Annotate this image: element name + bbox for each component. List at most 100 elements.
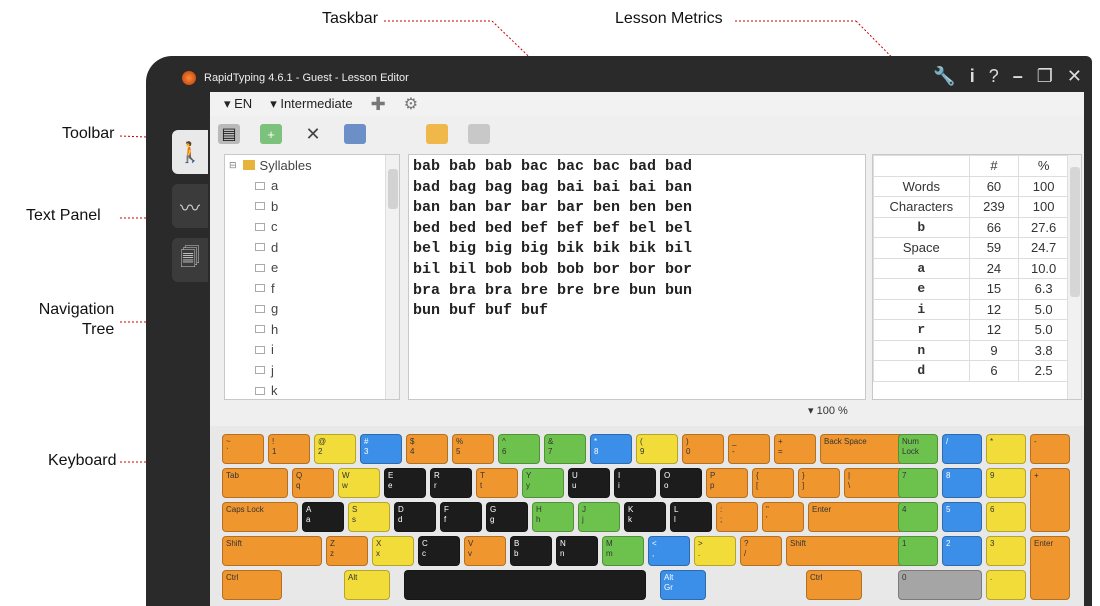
key[interactable]: Alt — [344, 570, 390, 600]
key[interactable]: > . — [694, 536, 736, 566]
tree-item[interactable]: g — [225, 299, 399, 320]
rename-icon[interactable] — [344, 124, 366, 144]
tree-item[interactable]: e — [225, 258, 399, 279]
tree-scroll-thumb[interactable] — [388, 169, 398, 209]
key[interactable]: S s — [348, 502, 390, 532]
key[interactable]: 3 — [986, 536, 1026, 566]
key[interactable]: * 8 — [590, 434, 632, 464]
key[interactable]: K k — [624, 502, 666, 532]
open-icon[interactable] — [426, 124, 448, 144]
lesson-editor-icon[interactable]: 🗐 — [172, 238, 208, 282]
key[interactable]: % 5 — [452, 434, 494, 464]
tree-item[interactable]: h — [225, 319, 399, 340]
key[interactable]: - — [1030, 434, 1070, 464]
key[interactable]: U u — [568, 468, 610, 498]
key[interactable]: V v — [464, 536, 506, 566]
gear-icon[interactable]: ⚙ — [404, 94, 418, 114]
tree-item[interactable]: d — [225, 237, 399, 258]
close-icon[interactable]: ✕ — [1067, 66, 1082, 87]
key[interactable]: L l — [670, 502, 712, 532]
key[interactable]: F f — [440, 502, 482, 532]
delete-icon[interactable]: ✕ — [302, 124, 324, 144]
wrench-icon[interactable]: 🔧 — [933, 66, 955, 87]
key[interactable]: B b — [510, 536, 552, 566]
metrics-scroll-thumb[interactable] — [1070, 167, 1080, 297]
key[interactable]: | \ — [844, 468, 904, 498]
level-dropdown[interactable]: ▾ Intermediate — [270, 96, 352, 112]
key[interactable]: D d — [394, 502, 436, 532]
key[interactable]: J j — [578, 502, 620, 532]
key[interactable]: 1 — [898, 536, 938, 566]
minimize-icon[interactable]: – — [1013, 66, 1023, 87]
key[interactable]: 6 — [986, 502, 1026, 532]
key[interactable]: A a — [302, 502, 344, 532]
key[interactable]: Caps Lock — [222, 502, 298, 532]
key[interactable]: N n — [556, 536, 598, 566]
key[interactable]: ! 1 — [268, 434, 310, 464]
zoom-dropdown[interactable]: ▾ 100 % — [808, 404, 848, 417]
key[interactable]: Q q — [292, 468, 334, 498]
key[interactable]: } ] — [798, 468, 840, 498]
key[interactable]: ( 9 — [636, 434, 678, 464]
tree-item[interactable]: b — [225, 196, 399, 217]
key[interactable]: & 7 — [544, 434, 586, 464]
key[interactable]: * — [986, 434, 1026, 464]
tree-scrollbar[interactable] — [385, 155, 399, 399]
key[interactable]: Back Space — [820, 434, 904, 464]
key[interactable] — [404, 570, 646, 600]
info-icon[interactable]: i — [970, 66, 975, 87]
tree-item[interactable]: f — [225, 278, 399, 299]
key[interactable]: Enter — [1030, 536, 1070, 600]
tree-item[interactable]: j — [225, 360, 399, 381]
key[interactable]: _ - — [728, 434, 770, 464]
key[interactable]: C c — [418, 536, 460, 566]
tree-item[interactable]: k — [225, 381, 399, 400]
save-icon[interactable] — [468, 124, 490, 144]
key[interactable]: ) 0 — [682, 434, 724, 464]
key[interactable]: W w — [338, 468, 380, 498]
key[interactable]: Y y — [522, 468, 564, 498]
key[interactable]: Z z — [326, 536, 368, 566]
walking-man-icon[interactable]: 🚶 — [172, 130, 208, 174]
key[interactable]: ? / — [740, 536, 782, 566]
key[interactable]: M m — [602, 536, 644, 566]
tree-item[interactable]: a — [225, 176, 399, 197]
key[interactable]: + = — [774, 434, 816, 464]
key[interactable]: $ 4 — [406, 434, 448, 464]
key[interactable]: 5 — [942, 502, 982, 532]
key[interactable]: ^ 6 — [498, 434, 540, 464]
key[interactable]: . — [986, 570, 1026, 600]
key[interactable]: # 3 — [360, 434, 402, 464]
key[interactable]: Tab — [222, 468, 288, 498]
key[interactable]: T t — [476, 468, 518, 498]
key[interactable]: Ctrl — [806, 570, 862, 600]
key[interactable]: H h — [532, 502, 574, 532]
key[interactable]: X x — [372, 536, 414, 566]
key[interactable]: I i — [614, 468, 656, 498]
restore-icon[interactable]: ❐ — [1037, 66, 1053, 87]
key[interactable]: 2 — [942, 536, 982, 566]
key[interactable]: Shift — [786, 536, 904, 566]
key[interactable]: Alt Gr — [660, 570, 706, 600]
plus-icon[interactable]: ✚ — [371, 94, 386, 115]
tree-item[interactable]: i — [225, 340, 399, 361]
key[interactable]: E e — [384, 468, 426, 498]
add-icon[interactable]: + — [260, 124, 282, 144]
key[interactable]: R r — [430, 468, 472, 498]
key[interactable]: 9 — [986, 468, 1026, 498]
text-panel[interactable]: bab bab bab bac bac bac bad bad bad bag b… — [408, 154, 866, 400]
language-dropdown[interactable]: ▾ EN — [224, 96, 252, 112]
key[interactable]: Num Lock — [898, 434, 938, 464]
chart-icon[interactable]: 〰 — [172, 184, 208, 228]
key[interactable]: Shift — [222, 536, 322, 566]
key[interactable]: 7 — [898, 468, 938, 498]
key[interactable]: + — [1030, 468, 1070, 532]
tree-item[interactable]: c — [225, 217, 399, 238]
metrics-scrollbar[interactable] — [1067, 155, 1081, 399]
key[interactable]: @ 2 — [314, 434, 356, 464]
key[interactable]: Enter — [808, 502, 904, 532]
key[interactable]: Ctrl — [222, 570, 282, 600]
help-icon[interactable]: ? — [989, 66, 999, 87]
key[interactable]: 0 — [898, 570, 982, 600]
key[interactable]: 4 — [898, 502, 938, 532]
